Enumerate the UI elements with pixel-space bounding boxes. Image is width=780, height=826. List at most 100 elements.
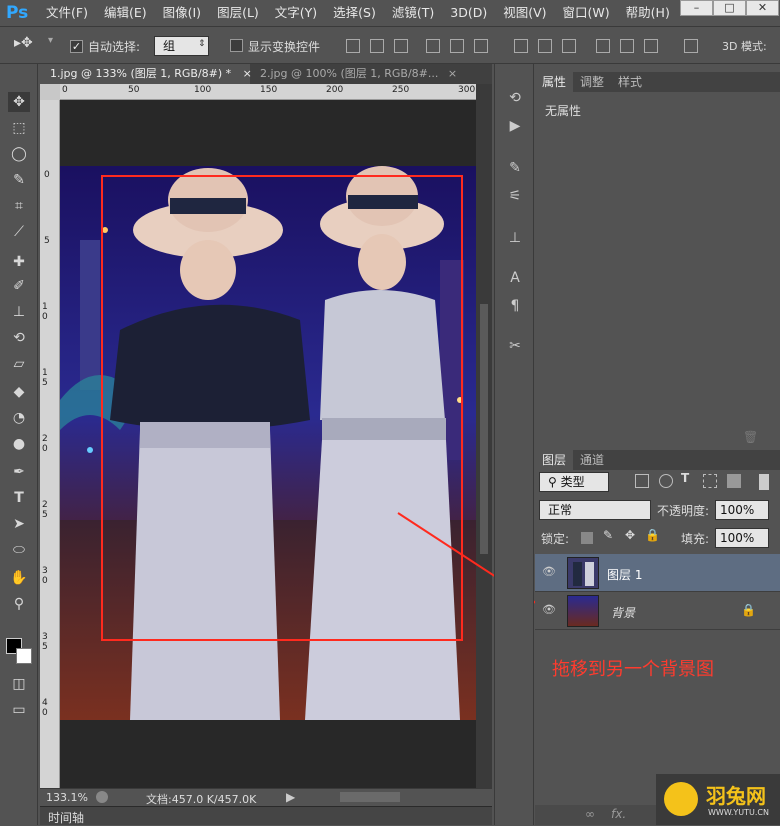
show-transform-checkbox[interactable]	[230, 39, 243, 55]
eyedropper-tool-icon[interactable]: ⟋	[8, 222, 30, 242]
close-button[interactable]: ✕	[746, 0, 779, 16]
vertical-scrollbar[interactable]	[476, 84, 492, 790]
filter-type-icon[interactable]: T	[681, 471, 689, 485]
tab-1jpg[interactable]: 1.jpg @ 133% (图层 1, RGB/8#) * ×	[40, 64, 252, 84]
actions-play-icon[interactable]: ▶	[505, 116, 525, 136]
tab-properties[interactable]: 属性	[535, 72, 574, 92]
trash-icon[interactable]: 🗑	[743, 430, 758, 444]
menu-item-10[interactable]: 帮助(H)	[618, 0, 678, 26]
canvas-area[interactable]	[60, 100, 476, 790]
dodge-tool-icon[interactable]: ●	[8, 434, 30, 454]
paragraph-icon[interactable]: ¶	[505, 296, 525, 316]
tab-channels[interactable]: 通道	[573, 450, 611, 470]
screen-mode-icon[interactable]: ▭	[8, 700, 30, 720]
eye-icon[interactable]: 👁	[541, 603, 557, 617]
lasso-tool-icon[interactable]: ◯	[8, 144, 30, 164]
distribute-right-icon[interactable]	[644, 39, 658, 53]
hand-tool-icon[interactable]: ✋	[8, 568, 30, 588]
align-left-icon[interactable]	[426, 39, 440, 53]
tab-layers[interactable]: 图层	[535, 450, 574, 470]
minimize-button[interactable]: –	[680, 0, 713, 16]
eye-icon[interactable]: 👁	[541, 565, 557, 579]
lock-transparent-icon[interactable]	[581, 532, 593, 544]
align-right-icon[interactable]	[474, 39, 488, 53]
menu-item-2[interactable]: 图像(I)	[155, 0, 209, 26]
layer-row-background[interactable]: 👁 背景 🔒	[535, 592, 780, 630]
distribute-top-icon[interactable]	[514, 39, 528, 53]
menu-item-3[interactable]: 图层(L)	[209, 0, 267, 26]
menu-item-4[interactable]: 文字(Y)	[267, 0, 325, 26]
filter-pixel-icon[interactable]	[635, 474, 649, 488]
menu-item-8[interactable]: 视图(V)	[495, 0, 554, 26]
distribute-bottom-icon[interactable]	[562, 39, 576, 53]
type-tool-icon[interactable]: T	[8, 488, 30, 508]
distribute-vcenter-icon[interactable]	[538, 39, 552, 53]
quick-mask-icon[interactable]: ◫	[8, 674, 30, 694]
align-vcenter-icon[interactable]	[370, 39, 384, 53]
menu-item-1[interactable]: 编辑(E)	[96, 0, 155, 26]
path-select-tool-icon[interactable]: ➤	[8, 514, 30, 534]
stamp-tool-icon[interactable]: ⊥	[8, 302, 30, 322]
align-bottom-icon[interactable]	[394, 39, 408, 53]
filter-smart-icon[interactable]	[727, 474, 741, 488]
clone-source-icon[interactable]: ⊥	[505, 228, 525, 248]
status-arrow-icon[interactable]: ▶	[286, 790, 295, 804]
auto-select-label: 自动选择:	[88, 40, 141, 54]
menu-item-5[interactable]: 选择(S)	[325, 0, 384, 26]
paint-bucket-tool-icon[interactable]: ◆	[8, 382, 30, 402]
quick-select-tool-icon[interactable]: ✎	[8, 170, 30, 190]
restore-button[interactable]: □	[713, 0, 746, 16]
tool-presets-icon[interactable]: ✂	[505, 336, 525, 356]
brush-tool-icon[interactable]: ✐	[8, 276, 30, 296]
lock-all-icon[interactable]: 🔒	[645, 528, 660, 542]
brush-settings-icon[interactable]: ⚟	[505, 186, 525, 206]
auto-select-checkbox[interactable]	[70, 39, 83, 53]
tool-preset-arrow-icon[interactable]: ▾	[48, 35, 53, 46]
distribute-hcenter-icon[interactable]	[620, 39, 634, 53]
move-tool-icon[interactable]: ▸✥	[14, 35, 33, 51]
tab-adjustments[interactable]: 调整	[573, 72, 611, 92]
history-brush-tool-icon[interactable]: ⟲	[8, 328, 30, 348]
history-icon[interactable]: ⟲	[505, 88, 525, 108]
fx-icon[interactable]: fx.	[611, 807, 626, 821]
lock-position-icon[interactable]: ✥	[625, 528, 635, 542]
blur-tool-icon[interactable]: ◔	[8, 408, 30, 428]
menu-item-9[interactable]: 窗口(W)	[555, 0, 618, 26]
background-color-swatch[interactable]	[16, 648, 32, 664]
status-menu-icon[interactable]	[96, 791, 108, 803]
distribute-left-icon[interactable]	[596, 39, 610, 53]
auto-align-icon[interactable]	[684, 39, 698, 53]
filter-shape-icon[interactable]	[703, 474, 717, 488]
zoom-tool-icon[interactable]: ⚲	[8, 594, 30, 614]
timeline-panel[interactable]: 时间轴	[40, 806, 492, 825]
menu-item-7[interactable]: 3D(D)	[442, 0, 495, 26]
link-icon[interactable]: ∞	[585, 807, 595, 821]
brush-preset-icon[interactable]: ✎	[505, 158, 525, 178]
opacity-input[interactable]: 100%	[715, 500, 769, 520]
healing-brush-tool-icon[interactable]: ✚	[8, 252, 30, 272]
marquee-tool-icon[interactable]: ⬚	[8, 118, 30, 138]
layer-filter-dropdown[interactable]: ⚲ 类型	[539, 472, 609, 492]
character-icon[interactable]: A	[505, 268, 525, 288]
pen-tool-icon[interactable]: ✒	[8, 462, 30, 482]
horizontal-scroll-thumb[interactable]	[340, 792, 400, 802]
tab-styles[interactable]: 样式	[611, 72, 649, 92]
filter-toggle-icon[interactable]	[759, 474, 769, 490]
tab-2jpg[interactable]: 2.jpg @ 100% (图层 1, RGB/8#... ×	[250, 64, 460, 84]
shape-tool-icon[interactable]: ⬭	[8, 540, 30, 560]
align-top-icon[interactable]	[346, 39, 360, 53]
fill-input[interactable]: 100%	[715, 528, 769, 548]
crop-tool-icon[interactable]: ⌗	[8, 196, 30, 216]
move-tool-icon[interactable]: ✥	[8, 92, 30, 112]
eraser-tool-icon[interactable]: ▱	[8, 354, 30, 374]
menu-item-0[interactable]: 文件(F)	[38, 0, 96, 26]
layer-row-layer1[interactable]: 👁 图层 1	[535, 554, 780, 592]
filter-adjust-icon[interactable]	[659, 474, 673, 488]
lock-pixels-icon[interactable]: ✎	[603, 528, 613, 542]
align-hcenter-icon[interactable]	[450, 39, 464, 53]
properties-tabs: 属性 调整 样式	[535, 72, 780, 92]
blend-mode-dropdown[interactable]: 正常	[539, 500, 651, 520]
menu-item-6[interactable]: 滤镜(T)	[384, 0, 442, 26]
close-icon[interactable]: ×	[448, 67, 457, 80]
zoom-level[interactable]: 133.1%	[46, 791, 88, 804]
